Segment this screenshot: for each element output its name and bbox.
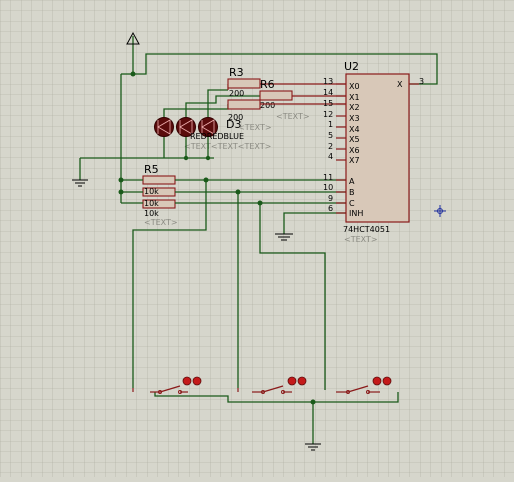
chip-text-tag: <TEXT> [344, 235, 378, 244]
pin-name-x1: X1 [349, 93, 360, 102]
pin-num-b: 10 [323, 183, 333, 192]
pin-name-x6: X6 [349, 146, 360, 155]
pin-name-x: X [397, 80, 403, 89]
resistor-r3-ref: R3 [229, 66, 244, 79]
pin-name-x2: X2 [349, 103, 360, 112]
chip-part: 74HCT4051 [343, 225, 390, 234]
pin-num-a: 11 [323, 173, 333, 182]
pin-name-x5: X5 [349, 135, 360, 144]
pin-name-x4: X4 [349, 125, 360, 134]
pin-num-x7: 4 [328, 152, 333, 161]
pin-num-x4: 1 [328, 120, 333, 129]
pin-name-inh: INH [349, 209, 363, 218]
chip-ref: U2 [344, 60, 359, 73]
resistor-r3-text-tag: <TEXT> [238, 123, 272, 132]
resistor-r6-ref: R6 [260, 78, 275, 91]
schematic-canvas[interactable]: D3 REDREDBLUE <TEXT<TEXT<TEXT> R3 200 R6… [0, 0, 514, 477]
pin-name-x7: X7 [349, 156, 360, 165]
pin-num-x5: 5 [328, 131, 333, 140]
resistor-r5-value-1: 10k [144, 187, 159, 196]
pin-num-x1: 14 [323, 88, 333, 97]
pin-name-a: A [349, 177, 355, 186]
pin-name-c: C [349, 199, 355, 208]
resistor-r5-value-3: 10k [144, 209, 159, 218]
pin-num-x3: 12 [323, 110, 333, 119]
resistor-r5-text-tag: <TEXT> [144, 218, 178, 227]
pin-num-x0: 13 [323, 77, 333, 86]
pin-num-x6: 2 [328, 142, 333, 151]
pin-num-inh: 6 [328, 204, 333, 213]
pin-num-x: 3 [419, 77, 424, 86]
resistor-r5-value-2: 10k [144, 199, 159, 208]
pin-name-b: B [349, 188, 355, 197]
pin-num-x2: 15 [323, 99, 333, 108]
pin-num-c: 9 [328, 194, 333, 203]
resistor-r5-ref: R5 [144, 163, 159, 176]
resistor-r3-value: 200 [229, 89, 244, 98]
led-color-labels: REDREDBLUE [190, 132, 244, 141]
pin-name-x3: X3 [349, 114, 360, 123]
led-text-tags: <TEXT<TEXT<TEXT> [184, 142, 271, 151]
pin-name-x0: X0 [349, 82, 360, 91]
resistor-mid-value: 200 [228, 113, 243, 122]
resistor-r6-text-tag: <TEXT> [276, 112, 310, 121]
resistor-r6-value: 200 [260, 101, 275, 110]
led-d1-icon[interactable] [154, 117, 174, 137]
schematic-svg: D3 REDREDBLUE <TEXT<TEXT<TEXT> R3 200 R6… [0, 0, 514, 477]
